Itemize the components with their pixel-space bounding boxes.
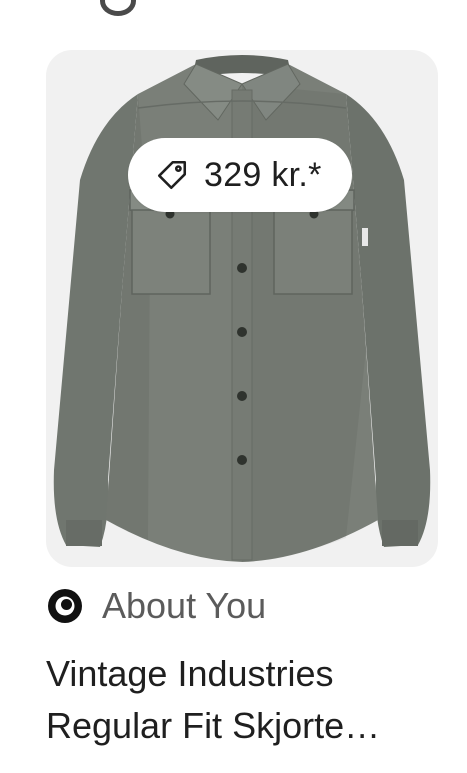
price-label: 329 kr.*: [204, 155, 322, 194]
price-badge[interactable]: 329 kr.*: [128, 138, 352, 212]
tag-icon: [152, 155, 192, 195]
product-result-page: 329 kr.* About You Vintage Industries Re…: [0, 0, 467, 773]
product-title[interactable]: Vintage Industries Regular Fit Skjorte…: [46, 648, 446, 752]
about-you-logo-icon: [46, 587, 84, 625]
cropped-heading-glyph: [100, 0, 136, 16]
merchant-row[interactable]: About You: [46, 582, 266, 630]
product-title-line-1: Vintage Industries: [46, 653, 334, 694]
merchant-name: About You: [102, 585, 267, 626]
product-image[interactable]: [46, 50, 438, 567]
product-card[interactable]: 329 kr.*: [46, 50, 438, 567]
product-title-line-2: Regular Fit Skjorte…: [46, 705, 381, 746]
